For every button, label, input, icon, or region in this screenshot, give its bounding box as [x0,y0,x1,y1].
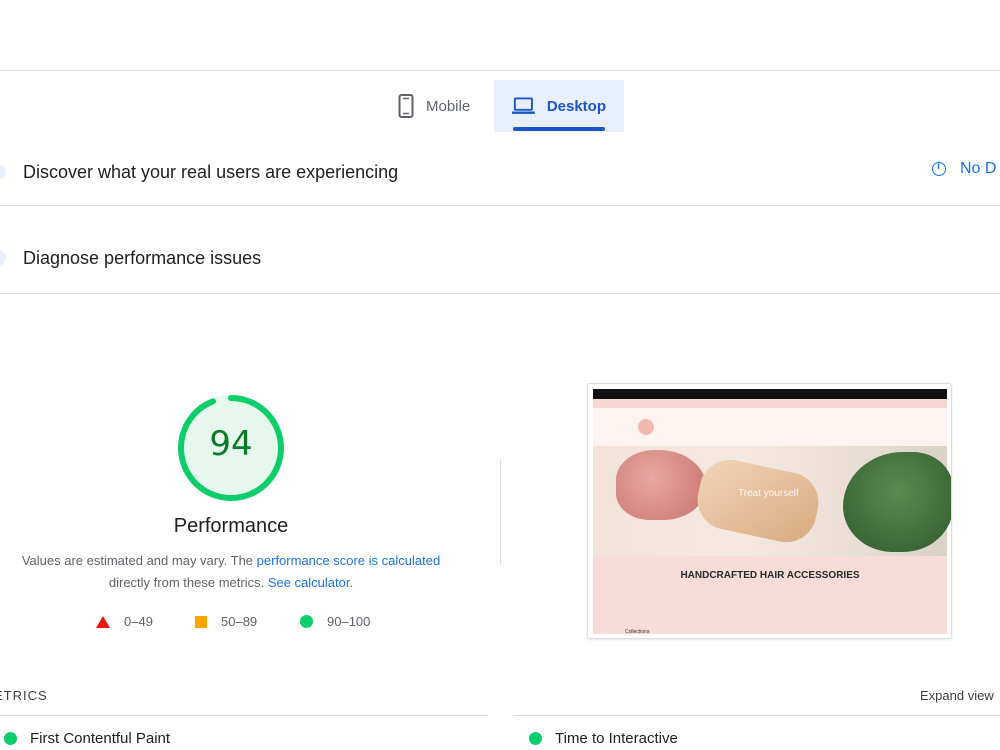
section-divider [0,205,1000,206]
score-calculation-link[interactable]: performance score is calculated [257,553,441,568]
laptop-icon [512,97,535,114]
diagnose-title: Diagnose performance issues [23,247,262,268]
metrics-heading: ETRICS [0,688,48,703]
tab-selected-indicator [513,127,605,131]
green-circle-icon [529,732,542,745]
orange-square-icon [195,615,207,628]
metric-first-contentful-paint: First Contentful Paint [4,730,170,747]
metric-name: First Contentful Paint [30,730,171,747]
legend-poor-label: 0–49 [124,614,153,629]
no-data-label: No D [960,160,997,177]
desc-suffix: . [349,575,354,590]
desc-prefix: Values are estimated and may vary. The [21,553,257,568]
thumb-nav-bar [593,408,947,446]
green-circle-icon [300,615,313,628]
info-icon [932,161,946,176]
performance-score: 94 [209,424,253,464]
page-header-blank [0,0,1000,70]
tab-desktop[interactable]: Desktop [494,80,624,132]
legend-average: 50–89 [195,614,257,629]
thumb-logo [638,419,654,435]
metrics-divider-left [0,715,488,716]
header-divider [0,70,1000,71]
red-triangle-icon [96,615,110,628]
thumb-hero-text: Treat yourself [738,488,799,499]
expand-view-toggle[interactable]: Expand view [920,688,994,703]
thumb-collections-label: Collections [625,629,650,635]
legend-good: 90–100 [300,614,370,629]
metrics-divider-right [514,715,1000,716]
legend-average-label: 50–89 [221,614,258,629]
metric-time-to-interactive: Time to Interactive [529,730,678,747]
legend-good-label: 90–100 [327,614,371,629]
desc-middle: directly from these metrics. [108,575,268,590]
discover-title: Discover what your real users are experi… [23,161,399,182]
performance-label: Performance [173,515,289,537]
section-bullet [0,164,6,180]
phone-icon [398,94,414,118]
thumb-announcement-bar [593,389,947,399]
metric-name: Time to Interactive [555,730,678,747]
legend-poor: 0–49 [96,614,153,629]
thumb-heading: HANDCRAFTED HAIR ACCESSORIES [680,570,860,581]
thumb-scrunchie-image [616,450,706,520]
tab-desktop-label: Desktop [546,97,606,115]
performance-description: Values are estimated and may vary. The p… [10,550,452,594]
thumb-promo-bar [593,399,947,408]
section-divider [0,293,1000,294]
tab-mobile-label: Mobile [426,97,471,115]
see-calculator-link[interactable]: See calculator [268,575,350,590]
section-bullet [0,250,6,266]
no-data-notice[interactable]: No D [932,160,996,178]
tab-mobile[interactable]: Mobile [380,80,494,132]
vertical-divider [500,460,501,564]
discover-section[interactable]: Discover what your real users are experi… [0,148,1000,196]
green-circle-icon [4,732,17,745]
diagnose-section[interactable]: Diagnose performance issues [0,234,1000,282]
thumb-content-area [593,556,947,634]
final-screenshot-thumbnail[interactable]: Treat yourself HANDCRAFTED HAIR ACCESSOR… [587,383,952,639]
